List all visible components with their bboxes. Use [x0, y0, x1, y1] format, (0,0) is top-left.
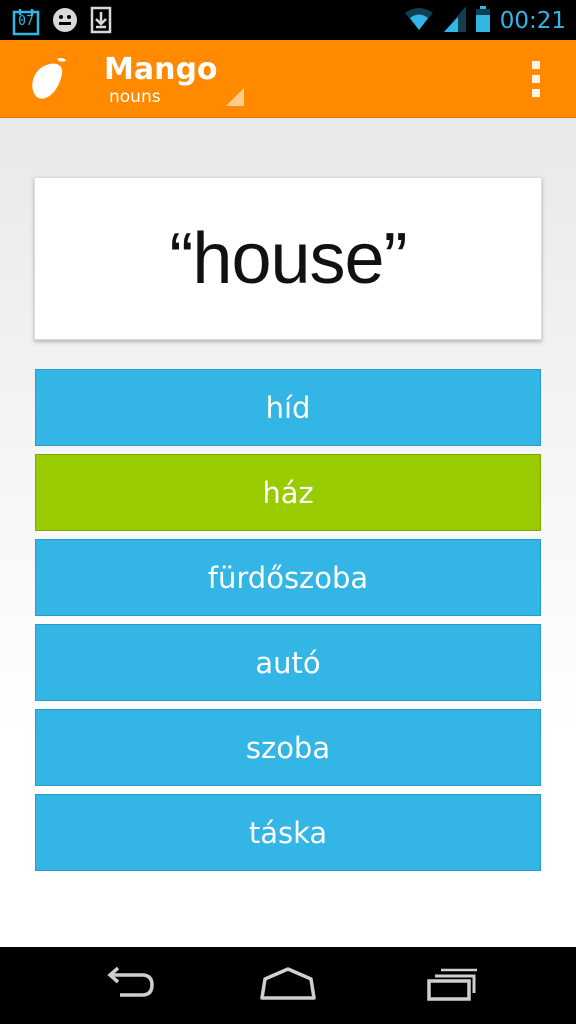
answer-option-5[interactable]: szoba: [35, 709, 541, 786]
wifi-icon: [404, 7, 434, 35]
home-icon: [257, 967, 319, 1005]
answer-option-6[interactable]: táska: [35, 794, 541, 871]
screen: 07 00:21 Mango nouns “house” híd ház für…: [0, 0, 576, 1024]
menu-dot: [532, 75, 540, 83]
signal-icon: [443, 6, 466, 36]
navigation-bar: [0, 947, 576, 1024]
answer-option-1[interactable]: híd: [35, 369, 541, 446]
action-bar: Mango nouns: [0, 40, 576, 118]
answer-option-3[interactable]: fürdőszoba: [35, 539, 541, 616]
home-button[interactable]: [253, 965, 323, 1007]
app-title[interactable]: Mango: [104, 53, 218, 87]
prompt-word: “house”: [169, 218, 407, 299]
overflow-menu-icon[interactable]: [530, 61, 542, 97]
answer-label: autó: [255, 645, 321, 680]
answer-list: híd ház fürdőszoba autó szoba táska: [35, 369, 541, 879]
answer-label: szoba: [245, 730, 331, 765]
back-icon: [98, 966, 158, 1005]
answer-option-4[interactable]: autó: [35, 624, 541, 701]
answer-label: ház: [262, 475, 314, 510]
calendar-icon: 07: [12, 8, 40, 36]
system-icons: 00:21: [404, 6, 566, 36]
status-bar: 07 00:21: [0, 0, 576, 40]
notification-icons: 07: [12, 6, 112, 38]
prompt-card: “house”: [34, 177, 542, 340]
category-spinner-arrow-icon[interactable]: [226, 88, 244, 106]
download-icon: [90, 6, 112, 38]
recent-apps-button[interactable]: [413, 965, 483, 1007]
status-time: 00:21: [499, 8, 566, 34]
menu-dot: [532, 89, 540, 97]
answer-label: fürdőszoba: [207, 560, 369, 595]
menu-dot: [532, 61, 540, 69]
recent-apps-icon: [419, 967, 477, 1005]
category-subtitle[interactable]: nouns: [109, 87, 161, 107]
answer-label: híd: [265, 390, 311, 425]
mango-logo-icon[interactable]: [24, 54, 76, 106]
battery-icon: [475, 6, 490, 36]
calendar-date: 07: [18, 14, 34, 29]
back-button[interactable]: [93, 965, 163, 1007]
quiz-content: “house” híd ház fürdőszoba autó szoba tá…: [0, 118, 576, 947]
answer-label: táska: [248, 815, 328, 850]
answer-option-2-correct[interactable]: ház: [35, 454, 541, 531]
smiley-icon: [52, 7, 78, 37]
